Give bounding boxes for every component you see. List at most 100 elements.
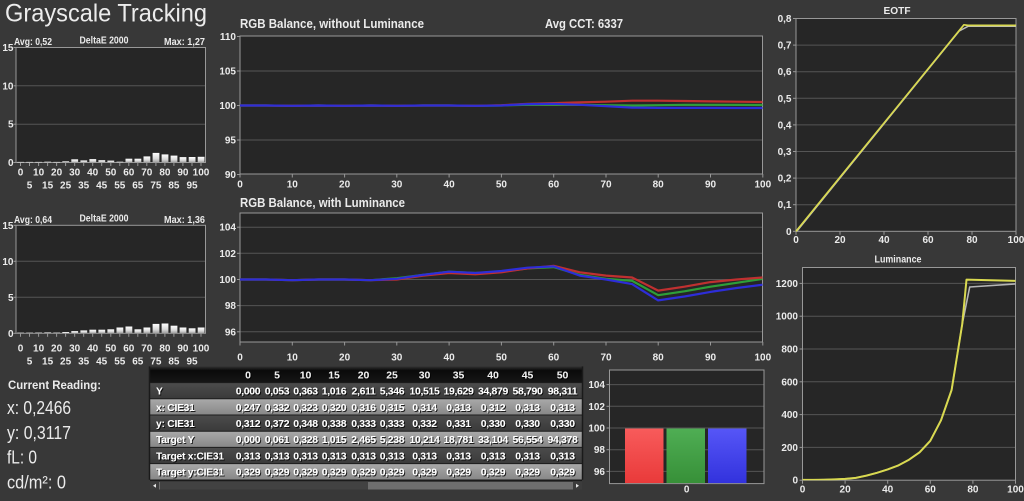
svg-text:100: 100 bbox=[219, 275, 236, 286]
svg-text:60: 60 bbox=[548, 180, 560, 191]
svg-text:30: 30 bbox=[391, 353, 403, 364]
svg-text:0,316: 0,316 bbox=[351, 403, 376, 414]
svg-text:0,313: 0,313 bbox=[351, 451, 376, 462]
svg-text:80: 80 bbox=[653, 180, 665, 191]
svg-text:5,346: 5,346 bbox=[380, 387, 405, 398]
svg-text:0,313: 0,313 bbox=[412, 451, 437, 462]
svg-text:10,214: 10,214 bbox=[410, 435, 441, 446]
svg-text:70: 70 bbox=[141, 168, 153, 179]
svg-text:DeltaE 2000: DeltaE 2000 bbox=[80, 36, 129, 47]
svg-text:0,329: 0,329 bbox=[265, 468, 290, 479]
svg-text:90: 90 bbox=[705, 180, 717, 191]
svg-text:34,879: 34,879 bbox=[478, 387, 509, 398]
svg-text:102: 102 bbox=[588, 402, 605, 413]
svg-text:0,329: 0,329 bbox=[446, 468, 471, 479]
svg-text:100: 100 bbox=[754, 180, 771, 191]
svg-text:70: 70 bbox=[600, 353, 612, 364]
svg-text:20: 20 bbox=[339, 180, 351, 191]
svg-text:0: 0 bbox=[237, 353, 243, 364]
svg-text:104: 104 bbox=[588, 380, 605, 391]
svg-text:5: 5 bbox=[8, 120, 14, 131]
svg-text:0,328: 0,328 bbox=[293, 435, 318, 446]
svg-text:0,330: 0,330 bbox=[481, 419, 506, 430]
svg-text:0,3: 0,3 bbox=[778, 147, 792, 158]
svg-text:40: 40 bbox=[882, 485, 894, 496]
svg-text:0,313: 0,313 bbox=[515, 451, 540, 462]
svg-text:105: 105 bbox=[219, 67, 236, 78]
svg-text:2,465: 2,465 bbox=[351, 435, 376, 446]
svg-text:75: 75 bbox=[150, 181, 162, 192]
svg-text:15: 15 bbox=[2, 43, 14, 54]
svg-text:0,329: 0,329 bbox=[481, 468, 506, 479]
svg-text:0,312: 0,312 bbox=[236, 419, 261, 430]
svg-text:85: 85 bbox=[168, 181, 180, 192]
svg-text:98: 98 bbox=[594, 445, 606, 456]
svg-text:0,313: 0,313 bbox=[515, 403, 540, 414]
svg-text:0,313: 0,313 bbox=[236, 451, 261, 462]
svg-text:100: 100 bbox=[1008, 235, 1024, 246]
svg-text:Target Y: Target Y bbox=[156, 435, 195, 446]
svg-text:60: 60 bbox=[123, 344, 135, 355]
svg-text:10: 10 bbox=[2, 81, 14, 92]
svg-text:5,238: 5,238 bbox=[380, 435, 405, 446]
svg-text:90: 90 bbox=[225, 170, 237, 181]
svg-text:0,320: 0,320 bbox=[322, 403, 347, 414]
svg-text:100: 100 bbox=[193, 344, 210, 355]
svg-text:40: 40 bbox=[444, 180, 456, 191]
svg-text:40: 40 bbox=[487, 370, 499, 381]
svg-text:100: 100 bbox=[754, 353, 771, 364]
svg-text:0,330: 0,330 bbox=[515, 419, 540, 430]
svg-text:0,333: 0,333 bbox=[351, 419, 376, 430]
svg-text:Target x:CIE31: Target x:CIE31 bbox=[156, 451, 224, 462]
svg-text:0,313: 0,313 bbox=[293, 451, 318, 462]
svg-text:60: 60 bbox=[922, 235, 934, 246]
svg-text:100: 100 bbox=[588, 424, 605, 435]
svg-text:55: 55 bbox=[114, 181, 126, 192]
svg-text:20: 20 bbox=[51, 344, 63, 355]
svg-text:20: 20 bbox=[840, 485, 852, 496]
svg-text:0: 0 bbox=[800, 485, 806, 496]
svg-text:19,629: 19,629 bbox=[444, 387, 475, 398]
svg-text:35: 35 bbox=[453, 370, 465, 381]
svg-text:EOTF: EOTF bbox=[884, 5, 912, 17]
svg-text:56,554: 56,554 bbox=[513, 435, 544, 446]
svg-text:0,6: 0,6 bbox=[778, 67, 792, 78]
svg-text:60: 60 bbox=[548, 353, 560, 364]
svg-text:85: 85 bbox=[168, 357, 180, 368]
svg-text:0,313: 0,313 bbox=[380, 451, 405, 462]
svg-text:RGB Balance, with Luminance: RGB Balance, with Luminance bbox=[240, 196, 405, 210]
svg-text:100: 100 bbox=[193, 168, 210, 179]
svg-text:20: 20 bbox=[358, 370, 370, 381]
svg-text:0,331: 0,331 bbox=[446, 419, 471, 430]
svg-text:35: 35 bbox=[78, 181, 90, 192]
svg-text:33,104: 33,104 bbox=[478, 435, 509, 446]
svg-text:100: 100 bbox=[219, 101, 236, 112]
svg-text:80: 80 bbox=[967, 485, 979, 496]
svg-text:35: 35 bbox=[78, 357, 90, 368]
svg-text:600: 600 bbox=[781, 377, 798, 388]
svg-text:0,1: 0,1 bbox=[778, 200, 792, 211]
svg-text:400: 400 bbox=[781, 410, 798, 421]
svg-text:RGB Balance, without Luminance: RGB Balance, without Luminance bbox=[240, 17, 424, 31]
svg-text:70: 70 bbox=[141, 344, 153, 355]
svg-text:60: 60 bbox=[925, 485, 937, 496]
svg-text:30: 30 bbox=[69, 344, 81, 355]
svg-text:102: 102 bbox=[219, 249, 236, 260]
svg-text:110: 110 bbox=[220, 32, 237, 43]
svg-text:30: 30 bbox=[69, 168, 81, 179]
svg-text:1,016: 1,016 bbox=[322, 387, 347, 398]
svg-text:40: 40 bbox=[87, 344, 99, 355]
svg-text:fL: 0: fL: 0 bbox=[7, 448, 37, 468]
svg-text:30: 30 bbox=[419, 370, 431, 381]
svg-text:5: 5 bbox=[8, 293, 14, 304]
svg-text:0,313: 0,313 bbox=[550, 451, 575, 462]
svg-text:25: 25 bbox=[60, 181, 72, 192]
svg-text:0: 0 bbox=[8, 158, 14, 169]
svg-text:10,515: 10,515 bbox=[410, 387, 441, 398]
svg-text:2,611: 2,611 bbox=[352, 387, 376, 398]
svg-text:0,313: 0,313 bbox=[446, 403, 471, 414]
svg-text:20: 20 bbox=[834, 235, 846, 246]
svg-text:98: 98 bbox=[225, 301, 237, 312]
svg-text:5: 5 bbox=[274, 370, 280, 381]
svg-text:40: 40 bbox=[87, 168, 99, 179]
